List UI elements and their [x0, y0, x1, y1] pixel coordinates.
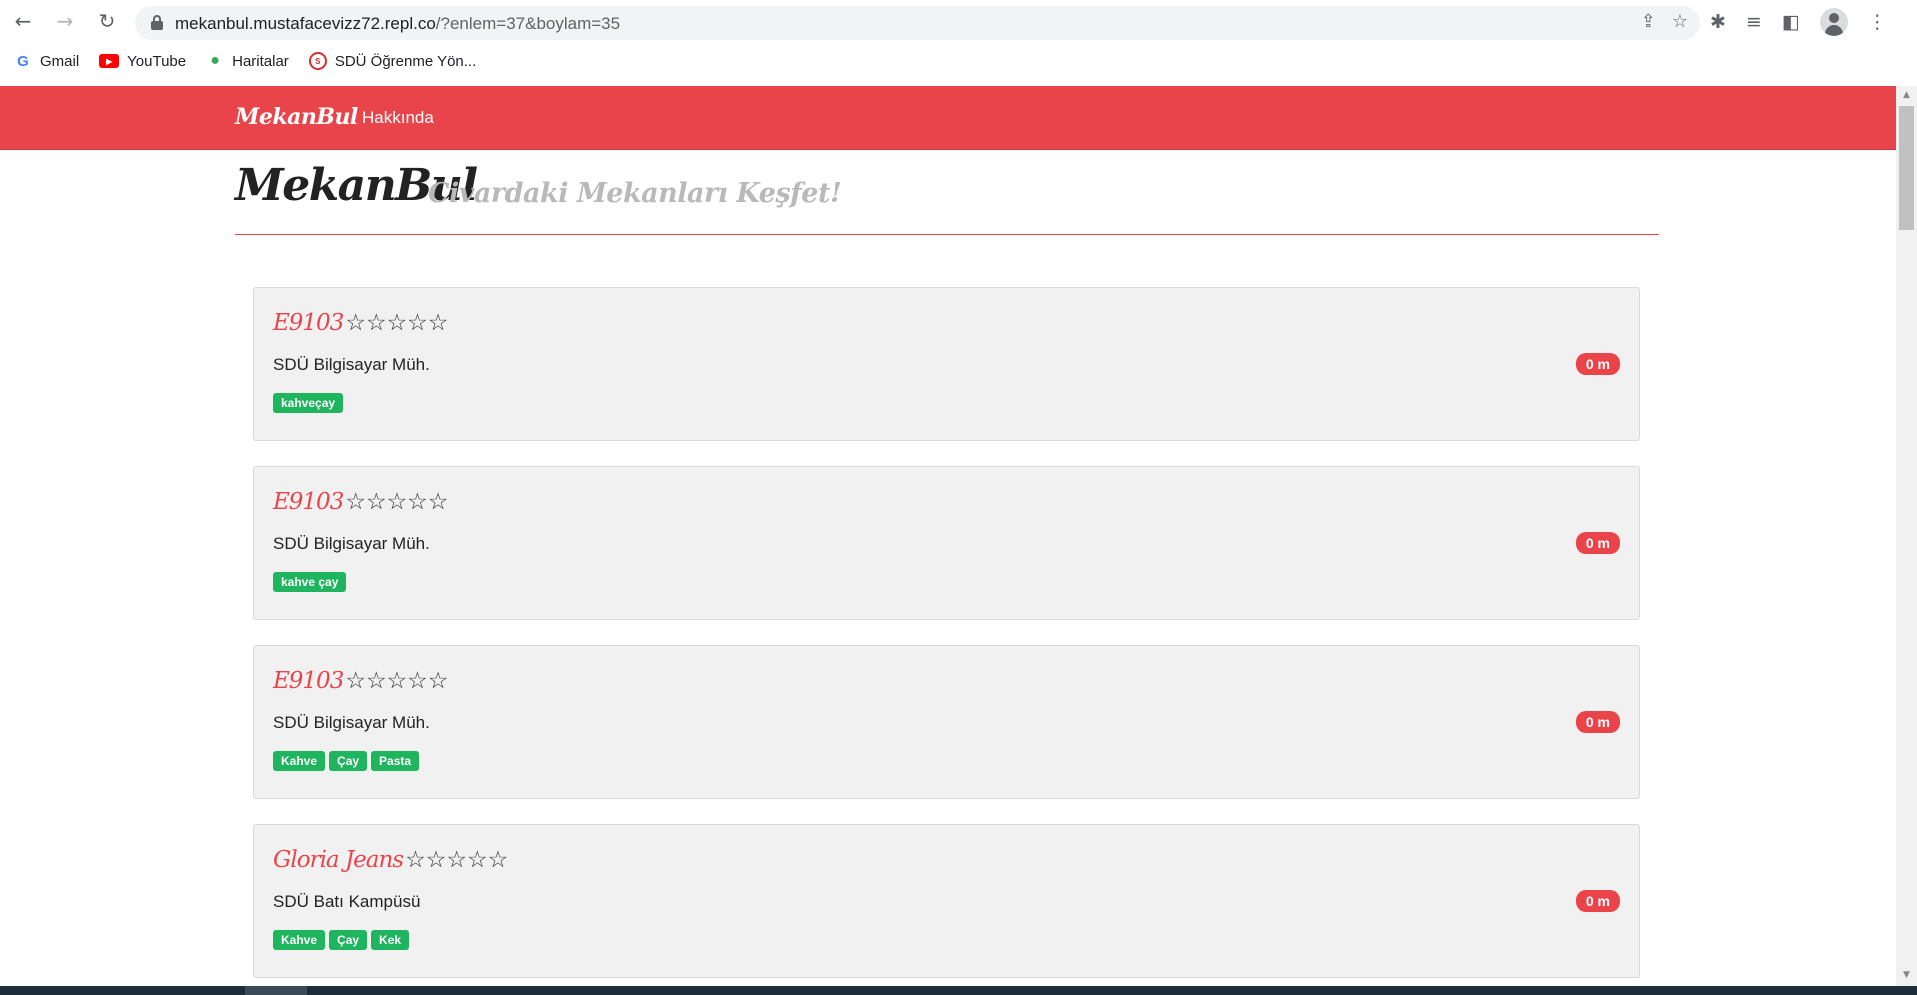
navbar-brand[interactable]: MekanBul [235, 104, 358, 130]
place-name-link[interactable]: E9103 [273, 310, 344, 336]
bookmark-maps[interactable]: ● Haritalar [206, 52, 289, 70]
place-name-link[interactable]: Gloria Jeans [273, 847, 404, 873]
facility-tag: Çay [329, 930, 368, 950]
facility-tag: Kahve [273, 751, 326, 771]
bookmark-gmail[interactable]: G Gmail [14, 52, 79, 70]
distance-badge: 0 m [1575, 532, 1620, 554]
bookmark-label: YouTube [127, 52, 187, 70]
bookmark-sdu[interactable]: S SDÜ Öğrenme Yön... [308, 52, 477, 70]
bookmark-label: Gmail [40, 52, 80, 70]
browser-nav-buttons: ← → ↻ [10, 8, 120, 34]
browser-chrome: ← → ↻ mekanbul.mustafacevizz72.repl.co/?… [0, 0, 1917, 85]
scroll-down-arrow-icon[interactable]: ▼ [1896, 966, 1917, 984]
address-bar[interactable]: mekanbul.mustafacevizz72.repl.co/?enlem=… [135, 6, 1700, 40]
lock-icon[interactable] [151, 15, 163, 30]
site-navbar: MekanBul Hakkında [0, 86, 1896, 150]
omnibox-icons: ⇪ ☆ [1641, 11, 1688, 32]
extensions-puzzle-icon[interactable]: ✱ [1710, 11, 1726, 33]
scroll-thumb[interactable] [1899, 106, 1914, 230]
bookmark-youtube[interactable]: ▶ YouTube [99, 52, 186, 70]
place-name-link[interactable]: E9103 [273, 489, 344, 515]
google-icon: G [17, 52, 29, 70]
page-header: MekanBul Civardaki Mekanları Keşfet! [235, 160, 1659, 235]
place-tags: Kahve Çay Kek [273, 930, 410, 950]
place-tags: Kahve Çay Pasta [273, 751, 420, 771]
maps-pin-icon: ● [210, 52, 220, 69]
url-host: mekanbul.mustafacevizz72.repl.co [175, 14, 436, 33]
distance-badge: 0 m [1575, 353, 1620, 375]
place-tags: kahve çay [273, 572, 347, 592]
bookmark-star-icon[interactable]: ☆ [1672, 11, 1688, 32]
os-taskbar [0, 986, 1917, 995]
place-card: E9103 ☆☆☆☆☆ SDÜ Bilgisayar Müh. kahveçay… [253, 287, 1640, 441]
url-path: /?enlem=37&boylam=35 [435, 14, 621, 33]
place-card: E9103 ☆☆☆☆☆ SDÜ Bilgisayar Müh. kahve ça… [253, 466, 1640, 620]
back-arrow-icon[interactable]: ← [10, 8, 36, 34]
youtube-icon: ▶ [99, 54, 120, 68]
sdu-logo-icon: S [308, 52, 327, 70]
facility-tag: Kahve [273, 930, 326, 950]
place-title: E9103 ☆☆☆☆☆ [273, 489, 448, 515]
distance-badge: 0 m [1575, 711, 1620, 733]
place-title: Gloria Jeans ☆☆☆☆☆ [273, 847, 508, 873]
place-name-link[interactable]: E9103 [273, 668, 344, 694]
rating-stars-icon: ☆☆☆☆☆ [345, 489, 449, 515]
place-title: E9103 ☆☆☆☆☆ [273, 668, 448, 694]
page-subtitle: Civardaki Mekanları Keşfet! [428, 178, 842, 209]
place-address: SDÜ Batı Kampüsü [273, 892, 421, 911]
rating-stars-icon: ☆☆☆☆☆ [405, 847, 509, 873]
place-card: E9103 ☆☆☆☆☆ SDÜ Bilgisayar Müh. Kahve Ça… [253, 645, 1640, 799]
facility-tag: Çay [329, 751, 368, 771]
distance-badge: 0 m [1575, 890, 1620, 912]
profile-avatar-icon[interactable] [1819, 8, 1848, 36]
scroll-up-arrow-icon[interactable]: ▲ [1896, 86, 1917, 104]
browser-toolbar: ✱ ≡ ◧ ⋮ [1710, 8, 1887, 36]
place-address: SDÜ Bilgisayar Müh. [273, 713, 430, 732]
rating-stars-icon: ☆☆☆☆☆ [345, 668, 449, 694]
place-tags: kahveçay [273, 393, 344, 413]
bookmark-label: Haritalar [232, 52, 289, 70]
taskbar-item[interactable] [245, 986, 307, 995]
forward-arrow-icon[interactable]: → [52, 8, 78, 34]
side-panel-icon[interactable]: ◧ [1782, 11, 1800, 33]
rating-stars-icon: ☆☆☆☆☆ [345, 310, 449, 336]
kebab-menu-icon[interactable]: ⋮ [1868, 11, 1887, 33]
nav-link-about[interactable]: Hakkında [362, 108, 434, 128]
place-title: E9103 ☆☆☆☆☆ [273, 310, 448, 336]
url-text[interactable]: mekanbul.mustafacevizz72.repl.co/?enlem=… [175, 14, 620, 34]
facility-tag: kahveçay [273, 393, 344, 413]
share-icon[interactable]: ⇪ [1641, 11, 1656, 32]
page-scrollbar[interactable]: ▲ ▼ [1896, 86, 1917, 986]
bookmark-label: SDÜ Öğrenme Yön... [334, 52, 477, 70]
facility-tag: Kek [371, 930, 410, 950]
facility-tag: Pasta [371, 751, 420, 771]
facility-tag: kahve çay [273, 572, 347, 592]
place-card: Gloria Jeans ☆☆☆☆☆ SDÜ Batı Kampüsü Kahv… [253, 824, 1640, 978]
bookmarks-bar: G Gmail ▶ YouTube ● Haritalar S SDÜ Öğre… [14, 52, 476, 70]
media-queue-icon[interactable]: ≡ [1746, 11, 1762, 33]
place-address: SDÜ Bilgisayar Müh. [273, 355, 430, 374]
place-address: SDÜ Bilgisayar Müh. [273, 534, 430, 553]
reload-icon[interactable]: ↻ [94, 8, 120, 34]
